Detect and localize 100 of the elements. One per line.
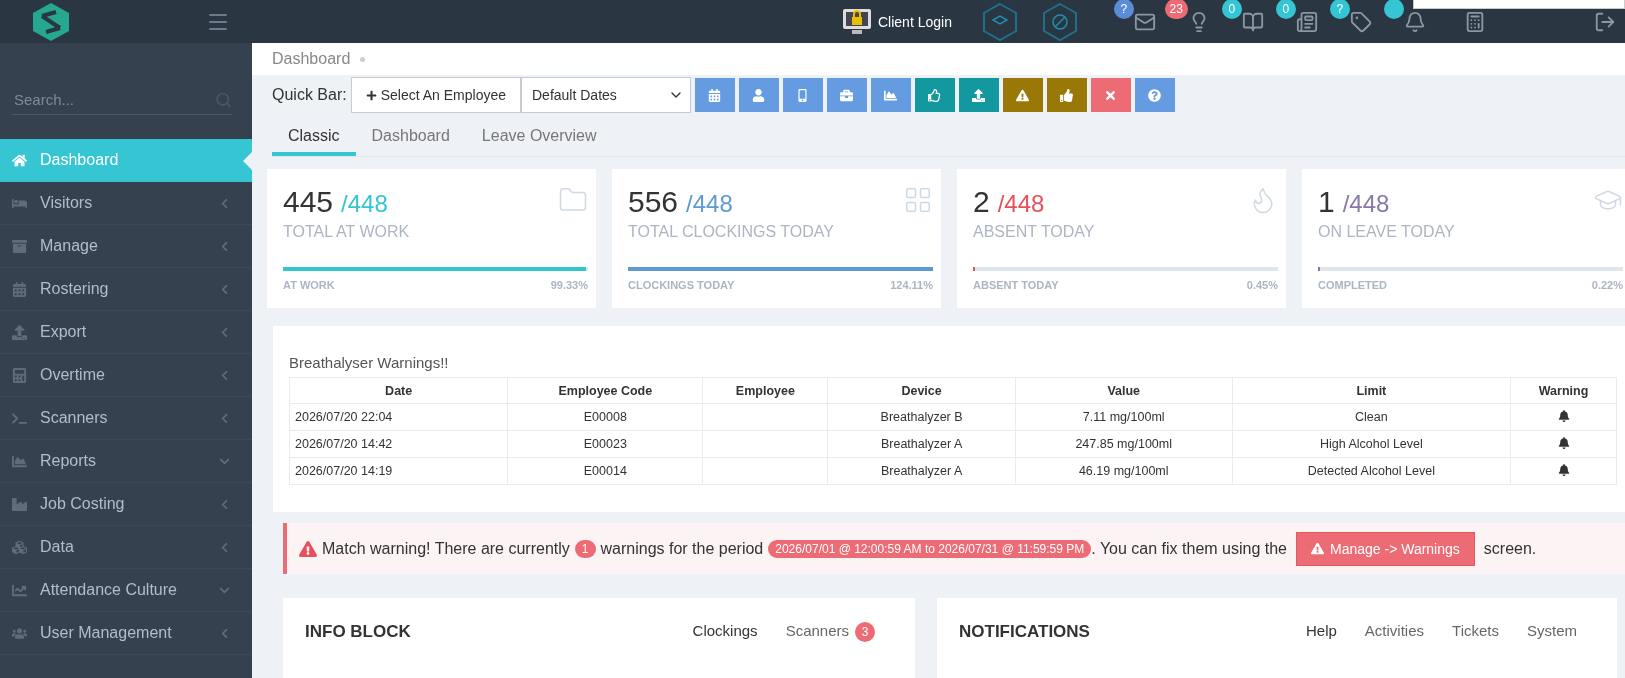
- stat-total: /448: [1342, 190, 1390, 218]
- tab[interactable]: Leave Overview: [465, 119, 613, 157]
- panel-tab[interactable]: Scanners 3: [785, 622, 875, 642]
- sidebar-item[interactable]: Overtime: [0, 354, 252, 397]
- table-cell: Breathalyzer A: [827, 430, 1016, 458]
- calendar-button[interactable]: [695, 78, 735, 112]
- breadcrumb-dot: [360, 56, 366, 62]
- column-header: Value: [1015, 377, 1233, 404]
- plus-icon: [365, 89, 377, 101]
- newspaper-icon[interactable]: [1295, 10, 1318, 33]
- stat-total: /448: [686, 190, 733, 218]
- table-cell: 2026/07/20 22:04: [289, 403, 508, 431]
- bell-icon[interactable]: [1403, 10, 1426, 33]
- logout-icon[interactable]: [1593, 10, 1616, 33]
- book-icon[interactable]: [1241, 10, 1264, 33]
- stat-title: TOTAL CLOCKINGS TODAY: [628, 223, 835, 242]
- sidebar-item[interactable]: Job Costing: [0, 483, 252, 526]
- upload-icon: [972, 88, 986, 102]
- count-badge: ?: [1329, 0, 1350, 19]
- table-cell: 247.85 mg/100ml: [1015, 430, 1233, 458]
- close-button[interactable]: [1091, 78, 1131, 112]
- mobile-button[interactable]: [783, 78, 823, 112]
- mobile-icon: [796, 88, 810, 102]
- cubes-icon: [12, 539, 27, 555]
- count-badge: 0: [1221, 0, 1242, 19]
- table-cell: High Alcohol Level: [1232, 430, 1511, 458]
- tab[interactable]: Classic: [272, 119, 356, 157]
- area-chart-icon: [884, 88, 898, 102]
- column-header: Employee: [702, 377, 828, 404]
- stat-footer: CLOCKINGS TODAY: [628, 279, 735, 292]
- warning-icon: [1311, 542, 1324, 556]
- panel-tab[interactable]: Activities: [1364, 622, 1425, 642]
- stat-percent: 0.45%: [1246, 279, 1278, 292]
- like-button[interactable]: [1047, 78, 1087, 112]
- thumbs-up-button[interactable]: [915, 78, 955, 112]
- sidebar-item[interactable]: Manage: [0, 225, 252, 268]
- stat-footer: COMPLETED: [1318, 279, 1388, 292]
- briefcase-button[interactable]: [827, 78, 867, 112]
- stat-title: TOTAL AT WORK: [283, 223, 411, 242]
- panel-tab[interactable]: Clockings: [692, 622, 758, 642]
- sidebar-item[interactable]: User Management: [0, 612, 252, 655]
- table-cell: 7.11 mg/100ml: [1015, 403, 1233, 431]
- tab[interactable]: Dashboard: [355, 119, 466, 157]
- bell-icon: [1557, 409, 1570, 422]
- stat-total: /448: [997, 190, 1045, 218]
- monitor-lock-icon: [842, 7, 872, 36]
- panel-title: Breathalyser Warnings!!: [289, 354, 450, 372]
- stat-total: /448: [341, 190, 388, 218]
- search-field[interactable]: Search...: [12, 85, 232, 115]
- help-icon: [1148, 88, 1162, 102]
- dates-dropdown[interactable]: Default Dates: [521, 77, 691, 113]
- panel-title: INFO BLOCK: [305, 622, 411, 643]
- stat-value: 445: [283, 185, 334, 219]
- manage-warnings-button[interactable]: Manage -> Warnings: [1296, 531, 1475, 566]
- table-cell: Breathalyzer A: [827, 457, 1016, 485]
- stat-value: 2: [973, 185, 990, 219]
- client-login-link[interactable]: Client Login: [878, 13, 952, 30]
- column-header: Limit: [1232, 377, 1511, 404]
- calendar-icon: [708, 88, 722, 102]
- table-cell: E00023: [507, 430, 703, 458]
- table-cell: E00014: [507, 457, 703, 485]
- stat-percent: 99.33%: [550, 279, 588, 292]
- hexagon-ban-icon[interactable]: [1041, 1, 1078, 42]
- column-header: Date: [289, 377, 508, 404]
- factory-icon: [12, 496, 27, 512]
- bell-icon: [1557, 463, 1570, 476]
- user-icon: [752, 88, 766, 102]
- sidebar-item[interactable]: Scanners: [0, 397, 252, 440]
- panel-tab[interactable]: Help: [1306, 622, 1337, 642]
- alert-text: . You can fix them using the: [1091, 539, 1287, 558]
- tag-icon[interactable]: [1349, 10, 1372, 33]
- help-button[interactable]: [1135, 78, 1175, 112]
- sidebar-item[interactable]: Export: [0, 311, 252, 354]
- table-cell: Clean: [1232, 403, 1511, 431]
- count-badge: 1: [574, 539, 596, 558]
- sidebar-item[interactable]: Attendance Culture: [0, 569, 252, 612]
- upload-icon: [12, 324, 27, 340]
- sidebar-item[interactable]: Reports: [0, 440, 252, 483]
- warning-button[interactable]: [1003, 78, 1043, 112]
- search-input[interactable]: Search...: [12, 90, 215, 109]
- count-badge: 0: [1275, 0, 1296, 19]
- sidebar-item[interactable]: Rostering: [0, 268, 252, 311]
- column-header: Employee Code: [507, 377, 703, 404]
- column-header: Device: [827, 377, 1016, 404]
- select-employee-button[interactable]: Select An Employee: [350, 77, 521, 113]
- user-button[interactable]: [739, 78, 779, 112]
- sidebar-item[interactable]: Data: [0, 526, 252, 569]
- chart-button[interactable]: [871, 78, 911, 112]
- bell-icon: [1557, 436, 1570, 449]
- panel-tab[interactable]: System: [1527, 622, 1577, 642]
- warning-icon: [299, 539, 317, 558]
- briefcase-icon: [840, 88, 854, 102]
- stat-percent: 124.11%: [890, 279, 933, 292]
- sidebar-item[interactable]: Visitors: [0, 182, 252, 225]
- area-chart-icon: [12, 453, 27, 469]
- upload-button[interactable]: [959, 78, 999, 112]
- stat-footer: AT WORK: [283, 279, 335, 292]
- breadcrumb[interactable]: Dashboard: [272, 50, 351, 68]
- panel-tab[interactable]: Tickets: [1452, 622, 1499, 642]
- table-cell: 46.19 mg/100ml: [1015, 457, 1233, 485]
